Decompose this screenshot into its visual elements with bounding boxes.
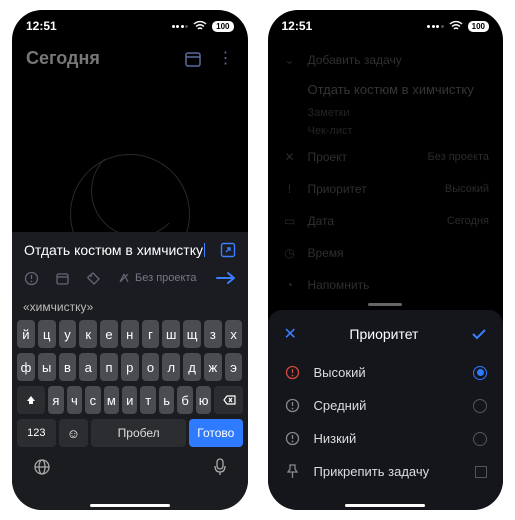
priority-icon[interactable] xyxy=(24,271,39,286)
numeric-key[interactable]: 123 xyxy=(17,419,56,447)
battery-icon: 100 xyxy=(468,21,489,32)
priority-option-high[interactable]: Высокий xyxy=(282,356,490,389)
radio-selected[interactable] xyxy=(473,366,487,380)
home-indicator[interactable] xyxy=(90,504,170,507)
page-title: Сегодня xyxy=(26,48,100,69)
phone-right: 12:51 100 ⌄ Добавить задачу Отдать костюм… xyxy=(268,10,504,510)
status-time: 12:51 xyxy=(26,19,57,33)
status-right: 100 xyxy=(427,21,489,32)
key-г[interactable]: г xyxy=(142,320,160,348)
key-я[interactable]: я xyxy=(48,386,63,414)
check-icon[interactable] xyxy=(471,327,487,341)
key-п[interactable]: п xyxy=(100,353,118,381)
dots-icon xyxy=(427,25,444,28)
bell-icon: ◔ xyxy=(282,278,298,292)
mic-icon[interactable] xyxy=(213,458,227,476)
wifi-icon xyxy=(449,21,463,31)
expand-icon[interactable] xyxy=(220,242,236,258)
calendar-icon[interactable] xyxy=(184,50,202,68)
close-icon[interactable]: ✕ xyxy=(284,324,297,344)
globe-icon[interactable] xyxy=(33,458,51,476)
backspace-key[interactable] xyxy=(214,386,242,414)
clock-icon: ◷ xyxy=(282,246,298,260)
key-ф[interactable]: ф xyxy=(17,353,35,381)
exclaim-high-icon xyxy=(284,365,302,380)
send-icon[interactable] xyxy=(216,270,236,286)
priority-sheet: ✕ Приоритет Высокий Средний Низкий Прикр… xyxy=(268,310,504,510)
home-indicator[interactable] xyxy=(345,504,425,507)
key-м[interactable]: м xyxy=(104,386,119,414)
key-л[interactable]: л xyxy=(162,353,180,381)
priority-icon: ! xyxy=(282,182,298,196)
key-б[interactable]: б xyxy=(177,386,192,414)
status-bar: 12:51 100 xyxy=(12,10,248,38)
dots-icon xyxy=(172,25,189,28)
status-bar: 12:51 100 xyxy=(268,10,504,38)
sheet-grabber[interactable] xyxy=(368,303,402,306)
key-т[interactable]: т xyxy=(140,386,155,414)
header: Сегодня ⋮ xyxy=(12,38,248,75)
exclaim-low-icon xyxy=(284,431,302,446)
project-label: Без проекта xyxy=(135,272,196,284)
priority-option-pin[interactable]: Прикрепить задачу xyxy=(282,455,490,488)
checkbox[interactable] xyxy=(475,466,487,478)
calendar-icon: ▭ xyxy=(282,214,298,228)
project-icon: ✕ xyxy=(282,150,298,164)
keyboard: «химчистку» йцукенгшщзх фывапролджэ ячсм… xyxy=(12,292,248,510)
key-ч[interactable]: ч xyxy=(67,386,82,414)
key-ы[interactable]: ы xyxy=(38,353,56,381)
key-в[interactable]: в xyxy=(59,353,77,381)
key-а[interactable]: а xyxy=(79,353,97,381)
pin-icon xyxy=(284,464,302,479)
key-ь[interactable]: ь xyxy=(159,386,174,414)
status-right: 100 xyxy=(172,21,234,32)
phone-left: 12:51 100 Сегодня ⋮ Отдать костюм в химч… xyxy=(12,10,248,510)
key-щ[interactable]: щ xyxy=(183,320,201,348)
done-key[interactable]: Готово xyxy=(189,419,242,447)
key-к[interactable]: к xyxy=(79,320,97,348)
key-х[interactable]: х xyxy=(225,320,243,348)
more-icon[interactable]: ⋮ xyxy=(218,54,234,64)
shift-key[interactable] xyxy=(17,386,45,414)
add-task-label: Добавить задачу xyxy=(308,53,490,67)
task-name: Отдать костюм в химчистку xyxy=(282,76,490,105)
key-д[interactable]: д xyxy=(183,353,201,381)
battery-icon: 100 xyxy=(212,21,233,32)
status-time: 12:51 xyxy=(282,19,313,33)
key-с[interactable]: с xyxy=(85,386,100,414)
radio[interactable] xyxy=(473,432,487,446)
priority-option-medium[interactable]: Средний xyxy=(282,389,490,422)
priority-option-low[interactable]: Низкий xyxy=(282,422,490,455)
task-input-panel: Отдать костюм в химчистку Без проекта xyxy=(12,232,248,292)
radio[interactable] xyxy=(473,399,487,413)
key-е[interactable]: е xyxy=(100,320,118,348)
emoji-key[interactable]: ☺ xyxy=(59,419,89,447)
key-ш[interactable]: ш xyxy=(162,320,180,348)
sheet-title: Приоритет xyxy=(349,326,418,342)
key-ц[interactable]: ц xyxy=(38,320,56,348)
key-э[interactable]: э xyxy=(225,353,243,381)
key-н[interactable]: н xyxy=(121,320,139,348)
key-й[interactable]: й xyxy=(17,320,35,348)
key-и[interactable]: и xyxy=(122,386,137,414)
notes-label: Заметки xyxy=(282,105,490,123)
keyboard-suggestion[interactable]: «химчистку» xyxy=(15,298,245,320)
project-icon[interactable]: Без проекта xyxy=(117,271,196,285)
checklist-label: Чек-лист xyxy=(282,123,490,141)
wifi-icon xyxy=(193,21,207,31)
key-з[interactable]: з xyxy=(204,320,222,348)
dim-background: ⌄ Добавить задачу Отдать костюм в химчист… xyxy=(268,38,504,307)
spacebar-key[interactable]: Пробел xyxy=(91,419,186,447)
date-icon[interactable] xyxy=(55,271,70,286)
task-input-field[interactable]: Отдать костюм в химчистку xyxy=(24,242,203,258)
tag-icon[interactable] xyxy=(86,271,101,286)
key-у[interactable]: у xyxy=(59,320,77,348)
key-ж[interactable]: ж xyxy=(204,353,222,381)
chevron-down-icon: ⌄ xyxy=(282,53,298,67)
key-ю[interactable]: ю xyxy=(196,386,211,414)
exclaim-medium-icon xyxy=(284,398,302,413)
key-р[interactable]: р xyxy=(121,353,139,381)
key-о[interactable]: о xyxy=(142,353,160,381)
